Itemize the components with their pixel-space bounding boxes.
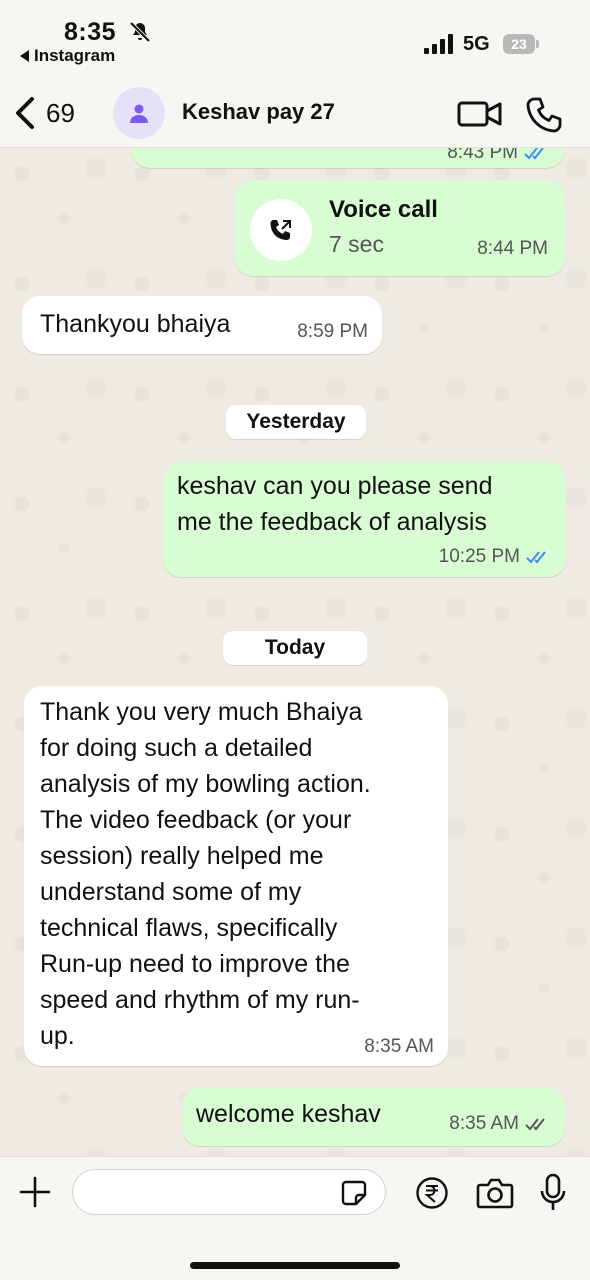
message-line: session) really helped me	[40, 842, 324, 870]
sticker-icon[interactable]	[340, 1179, 368, 1207]
delivered-ticks-icon	[525, 1118, 545, 1131]
status-time: 8:35	[64, 18, 117, 46]
read-ticks-icon	[526, 551, 546, 564]
message-text: Thankyou bhaiya	[40, 310, 231, 338]
message-text: keshav can you please send me the feedba…	[177, 468, 493, 540]
message-time: 8:59 PM	[297, 321, 368, 342]
message-line: technical flaws, specifically	[40, 914, 338, 942]
message-meta: 8:43 PM	[447, 148, 548, 164]
message-meta: 8:35 AM	[449, 1113, 549, 1135]
chat-header: 69 Keshav pay 27	[0, 78, 590, 148]
message-line: keshav can you please send	[177, 472, 493, 500]
back-triangle-icon	[20, 50, 29, 62]
message-bubble-partial[interactable]: 8:43 PM	[132, 148, 564, 168]
phone-icon[interactable]	[525, 96, 563, 134]
message-bubble-incoming[interactable]: Thankyou bhaiya 8:59 PM	[22, 296, 382, 354]
back-button[interactable]: 69	[14, 94, 75, 132]
unread-count: 69	[46, 97, 75, 128]
message-time: 8:43 PM	[447, 148, 518, 163]
avatar[interactable]	[113, 87, 165, 139]
signal-icon	[424, 34, 453, 54]
message-line: understand some of my	[40, 878, 302, 906]
microphone-icon[interactable]	[540, 1173, 566, 1213]
message-line: me the feedback of analysis	[177, 508, 487, 536]
voice-call-bubble[interactable]: Voice call 7 sec 8:44 PM	[235, 180, 565, 276]
back-app-label: Instagram	[34, 46, 116, 65]
message-time: 10:25 PM	[438, 546, 520, 567]
outgoing-call-icon	[270, 220, 291, 240]
message-line: for doing such a detailed	[40, 734, 313, 762]
video-icon[interactable]	[457, 100, 503, 128]
voice-call-title: Voice call	[329, 196, 438, 223]
contact-name[interactable]: Keshav pay 27	[182, 99, 335, 125]
read-ticks-icon	[524, 148, 544, 160]
chat-area[interactable]: 8:43 PM Voice call 7 sec 8:44 PM Thankyo…	[0, 148, 590, 1156]
message-line: speed and rhythm of my run-	[40, 986, 360, 1014]
call-icon-circle	[250, 199, 312, 261]
status-bar: 8:35 Instagram 5G 23	[0, 0, 590, 78]
date-separator-today: Today	[223, 631, 367, 665]
message-line: up.	[40, 1022, 75, 1050]
message-bubble-outgoing[interactable]: welcome keshav 8:35 AM	[182, 1088, 565, 1146]
message-line: analysis of my bowling action.	[40, 770, 371, 798]
message-time: 8:35 AM	[364, 1036, 434, 1057]
back-to-app-link[interactable]: Instagram	[20, 46, 115, 66]
date-separator-yesterday: Yesterday	[226, 405, 366, 439]
camera-icon[interactable]	[476, 1177, 514, 1209]
message-input[interactable]	[72, 1169, 386, 1215]
battery-nub	[536, 40, 539, 48]
plus-icon[interactable]	[18, 1175, 52, 1209]
message-time: 8:35 AM	[449, 1113, 519, 1134]
message-bubble-incoming[interactable]: Thank you very much Bhaiya for doing suc…	[24, 686, 448, 1066]
message-text: Thank you very much Bhaiya for doing suc…	[40, 694, 371, 1054]
message-text: welcome keshav	[196, 1100, 381, 1128]
home-indicator[interactable]	[190, 1262, 400, 1269]
bell-off-icon	[129, 21, 151, 43]
message-line: The video feedback (or your	[40, 806, 352, 834]
voice-call-duration: 7 sec	[329, 231, 384, 257]
message-line: Run-up need to improve the	[40, 950, 350, 978]
message-bubble-outgoing[interactable]: keshav can you please send me the feedba…	[163, 462, 566, 577]
chevron-left-icon	[16, 97, 34, 129]
message-meta: 10:25 PM	[439, 546, 550, 568]
battery-icon: 23	[503, 34, 539, 54]
network-type: 5G	[463, 33, 490, 55]
message-time: 8:44 PM	[477, 238, 548, 259]
battery-level: 23	[503, 34, 535, 54]
rupee-icon[interactable]	[415, 1176, 449, 1210]
person-icon	[130, 104, 148, 123]
message-line: Thank you very much Bhaiya	[40, 698, 363, 726]
